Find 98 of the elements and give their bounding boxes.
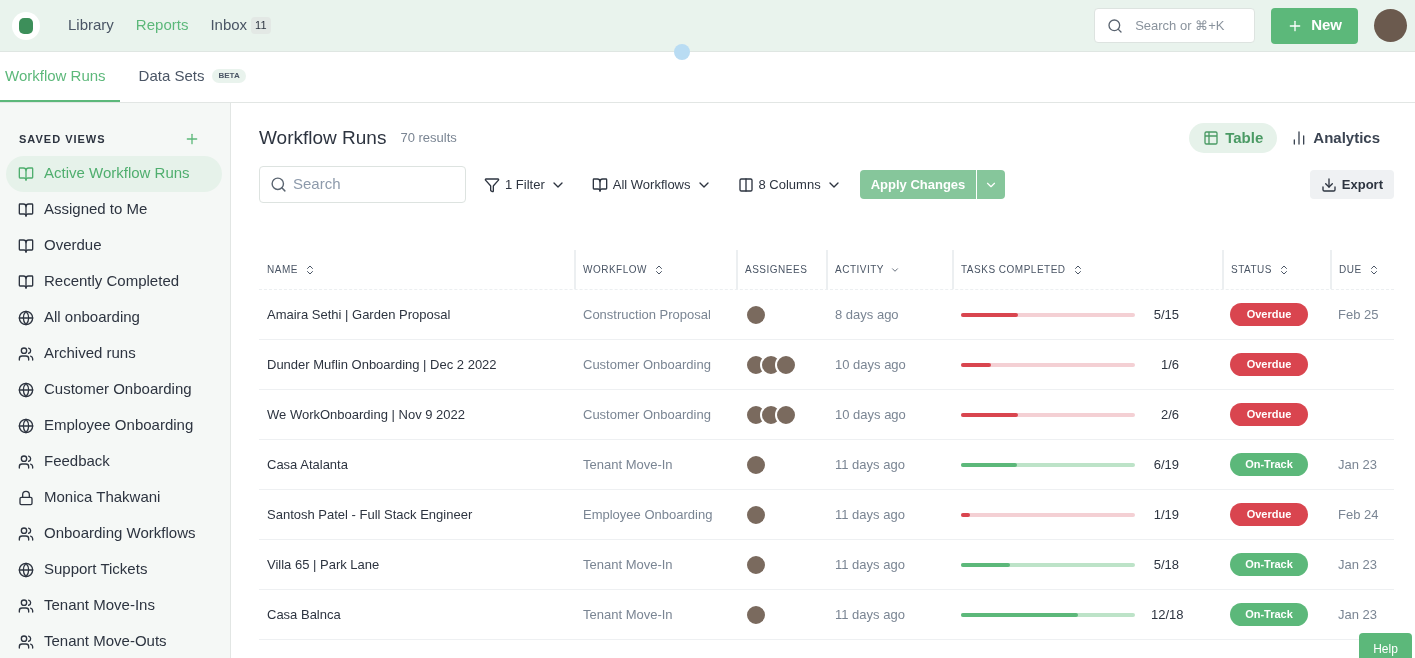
- saved-view-item[interactable]: Tenant Move-Outs: [6, 623, 224, 658]
- nav-link[interactable]: Inbox 11: [210, 14, 271, 37]
- people-icon: [18, 345, 34, 362]
- columns-icon: [737, 176, 754, 193]
- saved-view-item[interactable]: Monica Thakwani: [6, 479, 224, 516]
- view-toggle[interactable]: Analytics: [1277, 123, 1394, 153]
- download-icon: [1320, 176, 1337, 193]
- activity-time: 11 days ago: [834, 505, 906, 524]
- status-badge: On-Track: [1230, 553, 1308, 576]
- user-avatar[interactable]: [1374, 9, 1407, 42]
- saved-view-item[interactable]: Onboarding Workflows: [6, 515, 224, 552]
- due-date: Jan 23: [1337, 455, 1379, 474]
- task-count: 1/6: [1159, 355, 1179, 374]
- book-icon: [18, 201, 34, 218]
- run-name[interactable]: We WorkOnboarding | Nov 9 2022: [259, 404, 574, 425]
- column-header[interactable]: ASSIGNEES: [745, 262, 808, 277]
- run-name[interactable]: Amaira Sethi | Garden Proposal: [259, 304, 574, 325]
- saved-view-item[interactable]: Feedback: [6, 443, 224, 480]
- status-badge: Overdue: [1230, 503, 1308, 526]
- logo-icon: [12, 11, 40, 40]
- section-heading: SAVED VIEWS: [19, 132, 106, 147]
- saved-view-item[interactable]: Customer Onboarding: [6, 371, 224, 408]
- people-icon: [18, 453, 34, 470]
- dropdown-button[interactable]: 8 Columns: [737, 174, 842, 195]
- book-icon: [591, 176, 608, 193]
- globe-icon: [18, 381, 34, 398]
- column-header[interactable]: NAME: [267, 262, 316, 277]
- column-header[interactable]: STATUS: [1231, 262, 1290, 277]
- saved-view-item[interactable]: Overdue: [6, 227, 224, 264]
- task-count: 2/6: [1159, 405, 1179, 424]
- saved-view-item[interactable]: Archived runs: [6, 335, 224, 372]
- workflow-name: Tenant Move-In: [582, 455, 674, 474]
- page-title: Workflow Runs: [259, 125, 387, 150]
- dropdown-button[interactable]: All Workflows: [591, 174, 712, 195]
- book-icon: [18, 165, 34, 182]
- column-header[interactable]: DUE: [1339, 262, 1380, 277]
- due-date: Jan 23: [1337, 605, 1379, 624]
- count-badge: 11: [251, 17, 271, 34]
- filter-icon: [484, 176, 500, 193]
- people-icon: [18, 525, 34, 542]
- activity-time: 11 days ago: [834, 455, 906, 474]
- globe-icon: [18, 309, 34, 326]
- task-count: 1/19: [1152, 505, 1179, 524]
- table-icon: [1203, 130, 1220, 146]
- saved-view-item[interactable]: All onboarding: [6, 299, 224, 336]
- due-date: Feb 24: [1337, 505, 1380, 524]
- apply-options-button[interactable]: [976, 170, 1006, 199]
- workflow-name: Customer Onboarding: [582, 405, 712, 424]
- task-count: 5/15: [1152, 305, 1179, 324]
- activity-time: 8 days ago: [834, 305, 900, 324]
- result-count: 70 results: [400, 129, 457, 148]
- workflow-name: Employee Onboarding: [582, 505, 714, 524]
- export-button[interactable]: Export: [1309, 170, 1394, 199]
- saved-view-item[interactable]: Tenant Move-Ins: [6, 587, 224, 624]
- saved-view-item[interactable]: Support Tickets: [6, 551, 224, 588]
- search-icon: [1107, 17, 1124, 34]
- beta-badge: BETA: [212, 69, 246, 83]
- people-icon: [18, 597, 34, 614]
- book-icon: [18, 273, 34, 290]
- search-icon: [270, 176, 287, 193]
- activity-time: 10 days ago: [834, 355, 907, 374]
- saved-view-item[interactable]: Employee Onboarding: [6, 407, 224, 444]
- task-count: 5/18: [1152, 555, 1179, 574]
- status-badge: On-Track: [1230, 603, 1308, 626]
- run-name[interactable]: Casa Atalanta: [259, 454, 574, 475]
- due-date: Jan 23: [1337, 555, 1379, 574]
- drag-handle-icon: [674, 43, 691, 60]
- workflow-name: Tenant Move-In: [582, 605, 674, 624]
- globe-icon: [18, 417, 34, 434]
- workflow-name: Customer Onboarding: [582, 355, 712, 374]
- status-badge: Overdue: [1230, 353, 1308, 376]
- dropdown-button[interactable]: 1 Filter: [484, 174, 566, 195]
- run-name[interactable]: Dunder Muflin Onboarding | Dec 2 2022: [259, 354, 574, 375]
- column-header[interactable]: TASKS COMPLETED: [961, 262, 1084, 277]
- run-name[interactable]: Villa 65 | Park Lane: [259, 554, 574, 575]
- workflow-name: Tenant Move-In: [582, 555, 674, 574]
- lock-icon: [18, 489, 34, 506]
- activity-time: 11 days ago: [834, 605, 906, 624]
- globe-icon: [18, 561, 34, 578]
- workflow-name: Construction Proposal: [582, 305, 712, 324]
- status-badge: Overdue: [1230, 303, 1308, 326]
- status-badge: On-Track: [1230, 453, 1308, 476]
- due-date: Feb 25: [1337, 305, 1380, 324]
- book-icon: [18, 237, 34, 254]
- task-count: 6/19: [1152, 455, 1179, 474]
- nav-link[interactable]: Library: [68, 14, 114, 37]
- status-badge: Overdue: [1230, 403, 1308, 426]
- people-icon: [18, 633, 34, 650]
- tab[interactable]: Data Sets BETA: [133, 52, 251, 102]
- saved-view-item[interactable]: Recently Completed: [6, 263, 224, 300]
- activity-time: 11 days ago: [834, 555, 906, 574]
- activity-time: 10 days ago: [834, 405, 907, 424]
- column-header[interactable]: ACTIVITY: [835, 262, 900, 277]
- run-name[interactable]: Santosh Patel - Full Stack Engineer: [259, 504, 574, 525]
- sort-icon: [653, 263, 665, 276]
- run-name[interactable]: Casa Balnca: [259, 604, 574, 625]
- saved-view-item[interactable]: Assigned to Me: [6, 191, 224, 228]
- column-header[interactable]: WORKFLOW: [583, 262, 665, 277]
